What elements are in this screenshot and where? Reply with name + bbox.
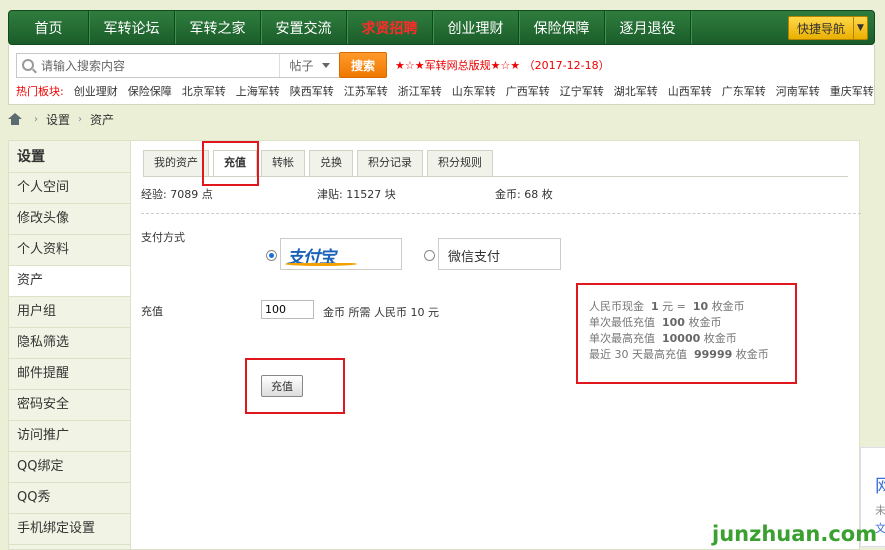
search-icon [22, 59, 34, 71]
rules-notice-link[interactable]: ★☆★军转网总版规★☆★ （2017-12-18） [395, 57, 610, 73]
widget-text: 未 [875, 504, 885, 517]
settings-sidebar: 设置 个人空间 修改头像 个人资料 资产 用户组 隐私筛选 邮件提醒 密码安全 … [8, 140, 131, 550]
hot-board-link[interactable]: 上海军转 [236, 83, 280, 99]
hot-board-link[interactable]: 保险保障 [128, 83, 172, 99]
hot-board-link[interactable]: 广东军转 [722, 83, 766, 99]
hot-board-link[interactable]: 北京军转 [182, 83, 226, 99]
nav-item-placement[interactable]: 安置交流 [261, 11, 347, 44]
wechat-label: 微信支付 [448, 250, 501, 265]
sidebar-item-usergroup[interactable]: 用户组 [9, 297, 130, 328]
alipay-swoosh-icon [285, 262, 357, 266]
search-type-select[interactable]: 帖子 [279, 54, 339, 77]
chevron-down-icon [321, 63, 330, 68]
sidebar-item-privacy[interactable]: 隐私筛选 [9, 328, 130, 359]
asset-tabs: 我的资产 充值 转帐 兑换 积分记录 积分规则 [143, 150, 497, 177]
breadcrumb-separator: › [34, 113, 38, 125]
tab-points-log[interactable]: 积分记录 [357, 150, 423, 176]
recharge-amount-input[interactable] [261, 300, 314, 319]
highlight-box-tab [202, 141, 259, 186]
tab-transfer[interactable]: 转帐 [261, 150, 305, 176]
hot-board-link[interactable]: 山西军转 [668, 83, 712, 99]
nav-item-home[interactable]: 首页 [9, 11, 89, 44]
hot-board-link[interactable]: 河南军转 [776, 83, 820, 99]
hot-board-link[interactable]: 广西军转 [506, 83, 550, 99]
watermark: junzhuan.com [712, 522, 878, 546]
sidebar-item-avatar[interactable]: 修改头像 [9, 204, 130, 235]
alipay-option[interactable]: 支付宝 [280, 238, 402, 270]
hot-boards: 热门板块: 创业理财 保险保障 北京军转 上海军转 陕西军转 江苏军转 浙江军转… [16, 83, 884, 99]
sidebar-item-password[interactable]: 密码安全 [9, 390, 130, 421]
nav-item-retire[interactable]: 逐月退役 [605, 11, 691, 44]
alipay-radio[interactable] [266, 250, 277, 261]
hot-board-link[interactable]: 陕西军转 [290, 83, 334, 99]
chevron-down-icon: ▼ [853, 17, 867, 39]
search-input[interactable] [41, 56, 281, 75]
alipay-logo: 支付宝 [285, 243, 357, 268]
sidebar-item-email[interactable]: 邮件提醒 [9, 359, 130, 390]
top-nav: 首页 军转论坛 军转之家 安置交流 求贤招聘 创业理财 保险保障 逐月退役 快捷… [8, 10, 875, 45]
sidebar-title: 设置 [9, 141, 130, 173]
sidebar-item-space[interactable]: 个人空间 [9, 173, 130, 204]
tab-exchange[interactable]: 兑换 [309, 150, 353, 176]
sidebar-item-promotion[interactable]: 访问推广 [9, 421, 130, 452]
breadcrumb: › 设置 › 资产 [8, 110, 114, 128]
breadcrumb-settings[interactable]: 设置 [46, 111, 70, 128]
stat-gold: 金币: 68 枚 [495, 188, 553, 201]
stat-allowance: 津贴: 11527 块 [317, 188, 396, 201]
nav-item-forum[interactable]: 军转论坛 [89, 11, 175, 44]
hot-board-link[interactable]: 重庆军转 [830, 83, 874, 99]
recharge-label: 充值 [141, 305, 163, 318]
hot-board-link[interactable]: 湖北军转 [614, 83, 658, 99]
nav-item-recruit[interactable]: 求贤招聘 [347, 11, 433, 44]
hot-board-link[interactable]: 创业理财 [74, 83, 118, 99]
divider [141, 213, 861, 214]
breadcrumb-separator: › [78, 113, 83, 125]
hot-board-link[interactable]: 辽宁军转 [560, 83, 604, 99]
stat-exp: 经验: 7089 点 [141, 188, 213, 201]
sidebar-item-phone-bind[interactable]: 手机绑定设置 [9, 514, 130, 545]
wechat-radio[interactable] [424, 250, 435, 261]
highlight-box-button [245, 358, 345, 414]
sidebar-item-assets[interactable]: 资产 [9, 266, 130, 297]
tab-my-assets[interactable]: 我的资产 [143, 150, 209, 176]
sidebar-item-qq-bind[interactable]: QQ绑定 [9, 452, 130, 483]
widget-text: 网 [875, 476, 885, 497]
nav-item-finance[interactable]: 创业理财 [433, 11, 519, 44]
sidebar-item-qq-show[interactable]: QQ秀 [9, 483, 130, 514]
hot-boards-label: 热门板块: [16, 85, 64, 98]
hot-board-link[interactable]: 江苏军转 [344, 83, 388, 99]
search-area: 帖子 搜索 ★☆★军转网总版规★☆★ （2017-12-18） 热门板块: 创业… [8, 45, 875, 105]
hot-board-link[interactable]: 山东军转 [452, 83, 496, 99]
search-type-label: 帖子 [289, 59, 314, 73]
quick-nav-label: 快捷导航 [796, 21, 845, 36]
nav-item-home2[interactable]: 军转之家 [175, 11, 261, 44]
quick-nav-button[interactable]: 快捷导航 ▼ [788, 16, 868, 40]
highlight-box-info [576, 283, 797, 384]
tab-points-rules[interactable]: 积分规则 [427, 150, 493, 176]
search-button[interactable]: 搜索 [339, 52, 387, 78]
payment-method-label: 支付方式 [141, 231, 185, 244]
breadcrumb-assets: 资产 [90, 112, 115, 127]
sidebar-item-profile[interactable]: 个人资料 [9, 235, 130, 266]
nav-item-insurance[interactable]: 保险保障 [519, 11, 605, 44]
recharge-cost-text: 金币 所需 人民币 10 元 [323, 306, 439, 319]
hot-board-link[interactable]: 浙江军转 [398, 83, 442, 99]
wechat-option[interactable]: 微信支付 [438, 238, 561, 270]
home-icon[interactable] [8, 113, 22, 125]
search-box: 帖子 [16, 53, 340, 78]
